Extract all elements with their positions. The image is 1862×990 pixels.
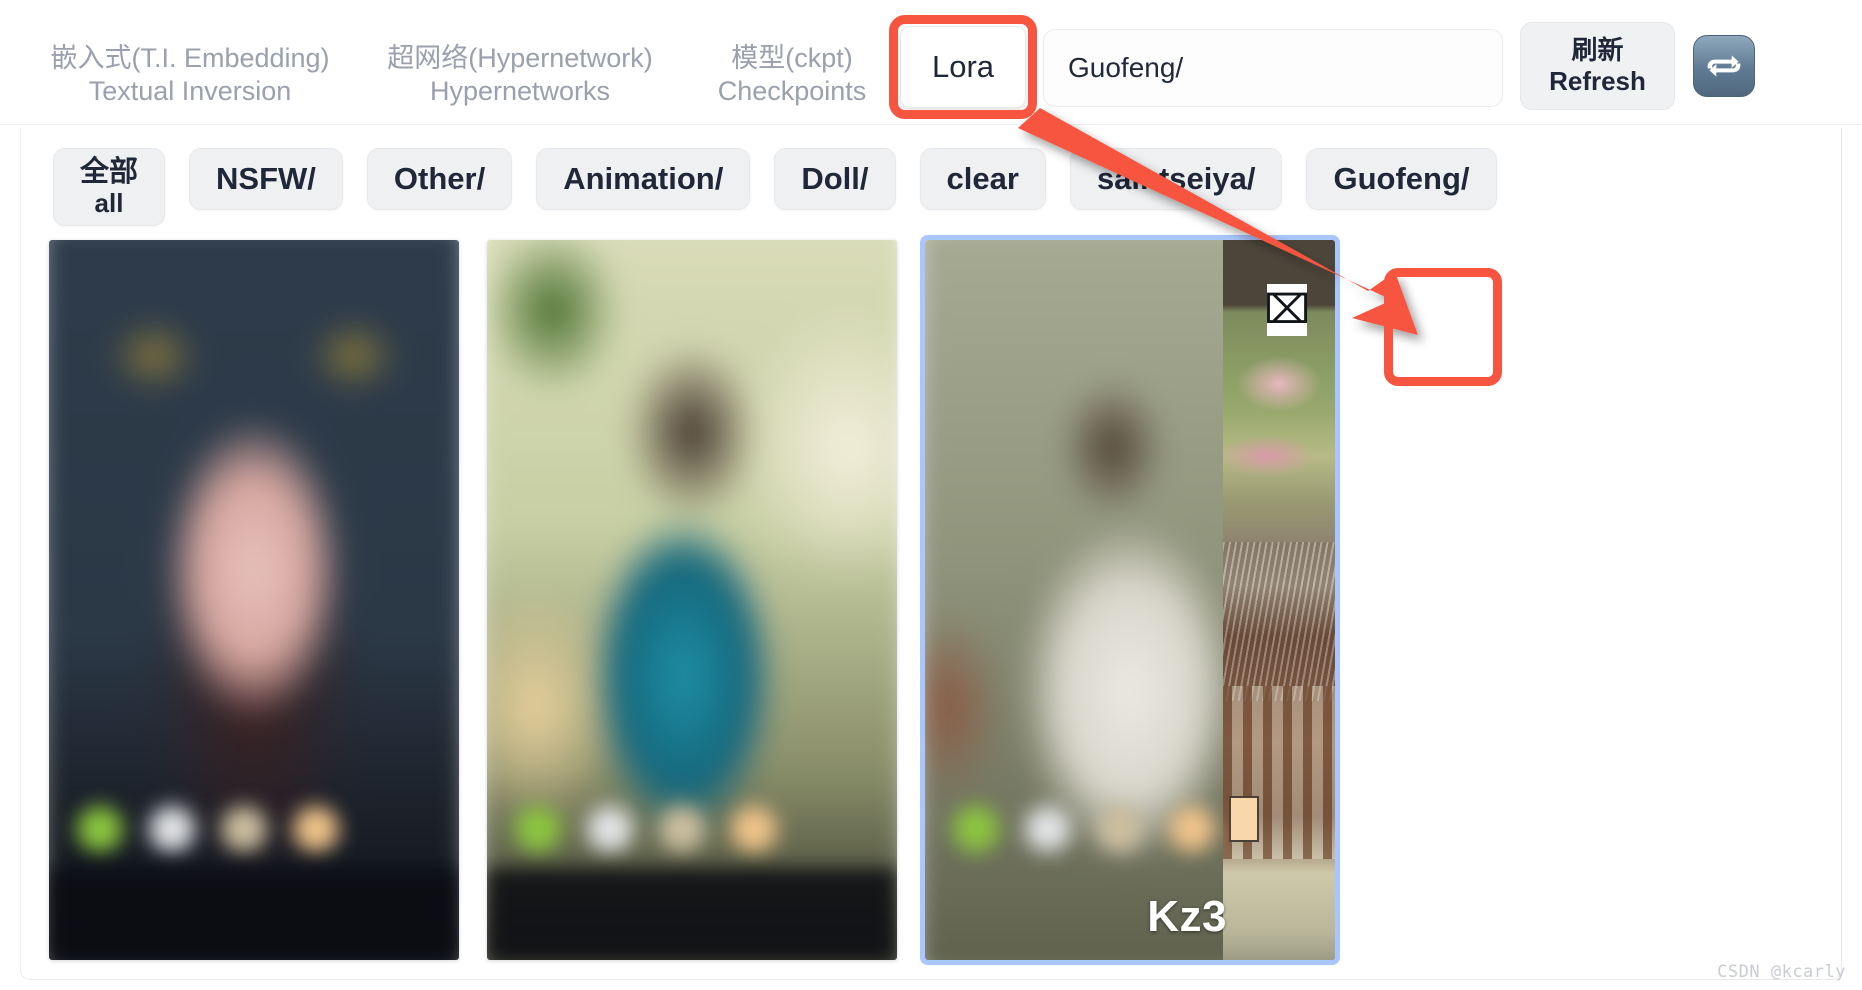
chip-nsfw[interactable]: NSFW/ xyxy=(189,148,343,210)
model-card-3[interactable]: ⌧ Kz3 xyxy=(925,240,1335,960)
chip-all[interactable]: 全部 all xyxy=(53,148,166,226)
watermark: CSDN @kcarly xyxy=(1717,962,1846,982)
model-card-gallery: ⌧ Kz3 xyxy=(21,240,1841,960)
model-card-2-overlay-icons xyxy=(487,794,897,864)
refresh-button-en: Refresh xyxy=(1549,66,1646,96)
tab-lora[interactable]: Lora xyxy=(900,26,1026,108)
white-circle-icon xyxy=(1025,806,1071,852)
tab-textual-inversion-en: Textual Inversion xyxy=(88,75,292,106)
chip-all-zh: 全部 xyxy=(80,155,139,188)
tan-circle-icon xyxy=(1097,806,1143,852)
model-card-2[interactable] xyxy=(487,240,897,960)
tab-hypernetworks[interactable]: 超网络(Hypernetwork) Hypernetworks xyxy=(380,34,660,116)
chip-doll-label: Doll/ xyxy=(801,161,869,196)
model-card-2-footer xyxy=(487,868,897,960)
tab-hypernetworks-en: Hypernetworks xyxy=(429,75,611,106)
model-search-input[interactable] xyxy=(1043,29,1503,107)
model-card-3-caption: Kz3 xyxy=(1147,892,1227,941)
chip-guofeng[interactable]: Guofeng/ xyxy=(1306,148,1497,210)
tab-checkpoints-zh: 模型(ckpt) xyxy=(731,43,853,73)
missing-glyph-x-icon[interactable]: ⌧ xyxy=(1264,284,1310,336)
lora-model-browser: 嵌入式(T.I. Embedding) Textual Inversion 超网… xyxy=(0,0,1862,990)
chip-nsfw-label: NSFW/ xyxy=(216,161,316,196)
chip-saintseiya-label: saintseiya/ xyxy=(1096,161,1256,196)
chip-clear[interactable]: clear xyxy=(919,148,1046,210)
tan-circle-icon xyxy=(659,806,705,852)
chip-guofeng-label: Guofeng/ xyxy=(1333,161,1470,196)
refresh-button[interactable]: 刷新 Refresh xyxy=(1520,22,1675,110)
tab-hypernetworks-zh: 超网络(Hypernetwork) xyxy=(387,43,653,73)
model-card-1-footer xyxy=(49,868,459,960)
tab-textual-inversion-zh: 嵌入式(T.I. Embedding) xyxy=(50,43,330,73)
tab-checkpoints[interactable]: 模型(ckpt) Checkpoints xyxy=(712,34,872,116)
model-card-1-overlay-icons xyxy=(49,794,459,864)
chip-saintseiya[interactable]: saintseiya/ xyxy=(1069,148,1283,210)
chip-all-en: all xyxy=(94,187,124,218)
chip-other[interactable]: Other/ xyxy=(366,148,513,210)
tab-checkpoints-en: Checkpoints xyxy=(717,75,867,106)
orange-circle-icon xyxy=(293,806,339,852)
chip-doll[interactable]: Doll/ xyxy=(774,148,896,210)
chip-clear-label: clear xyxy=(946,161,1019,196)
chip-other-label: Other/ xyxy=(393,161,486,196)
chip-animation-label: Animation/ xyxy=(563,161,724,196)
search-field-wrapper xyxy=(1043,29,1503,107)
folder-filter-chips: 全部 all NSFW/ Other/ Animation/ Doll/ cle… xyxy=(21,128,1841,226)
tabbar-divider xyxy=(0,124,1862,125)
orange-circle-icon xyxy=(1169,806,1215,852)
tab-lora-label: Lora xyxy=(931,49,995,84)
green-circle-icon xyxy=(77,806,123,852)
tan-circle-icon xyxy=(221,806,267,852)
white-circle-icon xyxy=(149,806,195,852)
orange-circle-icon xyxy=(731,806,777,852)
model-card-3-overlay-icons xyxy=(925,794,1335,864)
repeat-icon xyxy=(1707,55,1741,77)
refresh-button-zh: 刷新 xyxy=(1571,35,1624,66)
model-card-1[interactable] xyxy=(49,240,459,960)
green-circle-icon xyxy=(953,806,999,852)
green-circle-icon xyxy=(515,806,561,852)
pavilion-roof-pattern xyxy=(1223,542,1335,701)
white-circle-icon xyxy=(587,806,633,852)
repeat-icon-button[interactable] xyxy=(1693,35,1755,97)
model-gallery-panel: 全部 all NSFW/ Other/ Animation/ Doll/ cle… xyxy=(20,128,1842,980)
model-type-tabbar: 嵌入式(T.I. Embedding) Textual Inversion 超网… xyxy=(0,0,1862,128)
chip-animation[interactable]: Animation/ xyxy=(536,148,751,210)
tab-textual-inversion[interactable]: 嵌入式(T.I. Embedding) Textual Inversion xyxy=(50,34,329,116)
